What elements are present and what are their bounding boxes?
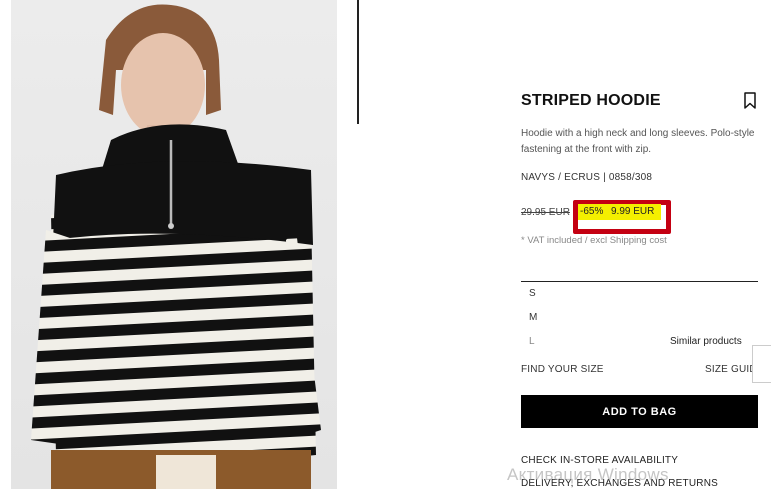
size-option-m[interactable]: M	[529, 312, 537, 323]
product-title: STRIPED HOODIE	[521, 92, 661, 109]
color-code: NAVYS / ECRUS | 0858/308	[521, 172, 653, 183]
product-image[interactable]	[11, 0, 337, 489]
find-your-size-link[interactable]: FIND YOUR SIZE	[521, 364, 604, 375]
scroll-indicator	[357, 0, 359, 124]
side-tab[interactable]	[752, 345, 771, 383]
bookmark-icon[interactable]	[743, 92, 757, 110]
product-description: Hoodie with a high neck and long sleeves…	[521, 128, 755, 155]
size-selector-divider	[521, 281, 758, 282]
size-guide-link[interactable]: SIZE GUIDE	[705, 364, 752, 375]
model-photo	[31, 4, 321, 489]
similar-products-link[interactable]: Similar products	[670, 336, 742, 347]
vat-note: * VAT included / excl Shipping cost	[521, 235, 667, 246]
discount-badge: -65%	[580, 206, 604, 217]
old-price: 29.95 EUR	[521, 207, 570, 218]
add-to-bag-button[interactable]: ADD TO BAG	[521, 395, 758, 428]
windows-activation-watermark: Активация Windows	[507, 465, 669, 484]
size-option-l[interactable]: L	[529, 336, 535, 347]
size-option-s[interactable]: S	[529, 288, 536, 299]
current-price: 9.99 EUR	[611, 206, 655, 217]
